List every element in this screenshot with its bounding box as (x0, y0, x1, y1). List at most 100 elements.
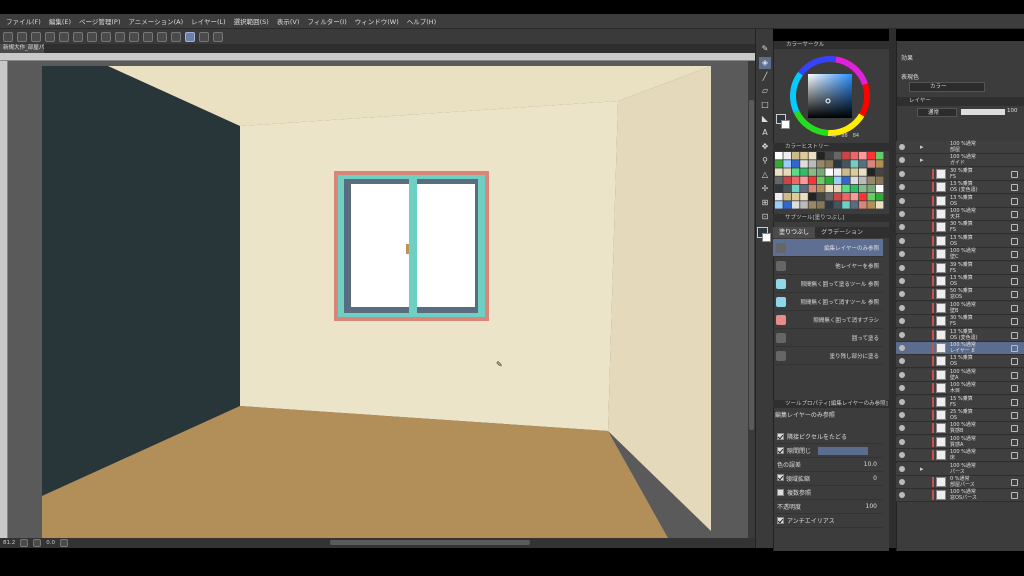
prop-antialias[interactable]: アンチエイリアス (773, 514, 883, 528)
history-swatch[interactable] (833, 160, 842, 168)
history-swatch[interactable] (817, 184, 825, 193)
history-swatch[interactable] (825, 184, 833, 193)
tab-fill[interactable]: 塗りつぶし (773, 227, 816, 238)
visibility-eye-icon[interactable] (899, 398, 905, 405)
menu-item[interactable]: ファイル(F) (6, 16, 41, 26)
history-swatch[interactable] (833, 184, 842, 193)
visibility-eye-icon[interactable] (899, 318, 905, 325)
fill-item-close-erase-brush[interactable]: 隙間無く囲って消すブラシ (773, 311, 883, 329)
zoom-in-icon[interactable] (33, 539, 42, 547)
reference-layer-icon[interactable] (1011, 425, 1018, 433)
reference-layer-icon[interactable] (1011, 438, 1018, 446)
history-swatch[interactable] (859, 152, 867, 160)
history-swatch[interactable] (775, 184, 783, 193)
history-swatch[interactable] (808, 152, 817, 160)
history-swatch[interactable] (825, 160, 833, 168)
layer-row[interactable]: 100 %通常 質感A (896, 435, 1024, 449)
reference-layer-icon[interactable] (1011, 184, 1018, 192)
history-swatch[interactable] (783, 184, 791, 193)
history-swatch[interactable] (859, 184, 867, 193)
history-swatch[interactable] (833, 193, 842, 201)
visibility-eye-icon[interactable] (899, 452, 905, 459)
invert-selection-icon[interactable] (143, 31, 153, 42)
history-swatch[interactable] (842, 193, 850, 201)
reference-layer-icon[interactable] (1011, 224, 1018, 232)
visibility-eye-icon[interactable] (899, 184, 905, 191)
document-tab[interactable]: 新規大作_部屋パ... (0, 44, 44, 53)
fill-item-remaining[interactable]: 塗り残し部分に塗る (773, 347, 883, 365)
history-swatch[interactable] (783, 193, 791, 201)
reference-layer-icon[interactable] (1011, 452, 1018, 460)
visibility-eye-icon[interactable] (899, 492, 905, 499)
area-scaling-checkbox[interactable] (777, 474, 784, 481)
layer-row[interactable]: 13 %乗算 OS (896, 275, 1024, 288)
history-swatch[interactable] (833, 201, 842, 209)
snap-special-ruler-icon[interactable] (171, 31, 181, 42)
visibility-eye-icon[interactable] (899, 144, 905, 150)
layer-row[interactable]: 30 %乗算 FS (896, 167, 1024, 181)
history-swatch[interactable] (875, 193, 884, 201)
layer-row[interactable]: 100 %通常 壁C (896, 248, 1024, 262)
fill-item-other-layer[interactable]: 他レイヤーを参照 (773, 257, 883, 275)
history-swatch[interactable] (800, 184, 808, 193)
layer-row[interactable]: 0 %通常 部屋パース (896, 476, 1024, 489)
history-swatch[interactable] (783, 152, 791, 160)
visibility-eye-icon[interactable] (899, 264, 905, 271)
layer-row[interactable]: 100 %通常 壁B (896, 301, 1024, 315)
history-swatch[interactable] (859, 176, 867, 184)
menu-item[interactable]: 表示(V) (277, 16, 300, 26)
history-swatch[interactable] (800, 201, 808, 209)
visibility-eye-icon[interactable] (899, 412, 905, 418)
opacity-slider[interactable] (961, 109, 1005, 115)
reference-layer-icon[interactable] (1011, 479, 1018, 486)
layer-row[interactable]: 13 %乗算 OS (変色違) (896, 328, 1024, 342)
layer-move-tool-icon[interactable]: ⊞ (759, 197, 771, 209)
fill-tool-icon[interactable]: ◈ (759, 57, 771, 69)
history-swatch[interactable] (875, 176, 884, 184)
zoom-value[interactable]: 81.2 (3, 540, 15, 546)
history-swatch[interactable] (817, 152, 825, 160)
history-swatch[interactable] (800, 152, 808, 160)
eyedropper-tool-icon[interactable]: ⚲ (759, 155, 771, 167)
history-swatch[interactable] (875, 184, 884, 193)
opacity-value[interactable]: 100 (866, 503, 877, 510)
reference-layer-icon[interactable] (1011, 251, 1018, 259)
transform-icon[interactable] (115, 31, 125, 42)
visibility-eye-icon[interactable] (899, 251, 905, 258)
history-swatch[interactable] (859, 168, 867, 176)
reference-layer-icon[interactable] (1011, 345, 1018, 352)
reference-layer-icon[interactable] (1011, 170, 1018, 178)
history-swatch[interactable] (791, 193, 800, 201)
history-swatch[interactable] (850, 152, 859, 160)
history-swatch[interactable] (833, 176, 842, 184)
prop-opacity[interactable]: 不透明度 100 (773, 500, 883, 514)
layer-tab[interactable]: レイヤー (897, 97, 1024, 106)
history-swatch[interactable] (783, 160, 791, 168)
history-swatch[interactable] (791, 201, 800, 209)
history-swatch[interactable] (808, 176, 817, 184)
history-swatch[interactable] (817, 168, 825, 176)
reference-layer-icon[interactable] (1011, 385, 1018, 393)
history-swatch[interactable] (842, 184, 850, 193)
visibility-eye-icon[interactable] (899, 345, 905, 351)
history-swatch[interactable] (867, 193, 875, 201)
visibility-eye-icon[interactable] (899, 157, 905, 164)
history-swatch[interactable] (842, 168, 850, 176)
history-swatch[interactable] (825, 176, 833, 184)
menu-item[interactable]: ウィンドウ(W) (355, 16, 399, 26)
prop-multi-ref[interactable]: 複数参照 (773, 486, 883, 500)
history-swatch[interactable] (808, 168, 817, 176)
menu-item[interactable]: 編集(E) (49, 16, 71, 26)
layer-row[interactable]: 100 %通常 壁A (896, 368, 1024, 382)
history-swatch[interactable] (875, 201, 884, 209)
blend-mode-select[interactable]: 通常 (917, 108, 957, 117)
reference-layer-icon[interactable] (1011, 331, 1018, 339)
gap-close-level[interactable] (818, 446, 869, 455)
history-swatch[interactable] (867, 184, 875, 193)
antialias-checkbox[interactable] (777, 517, 784, 524)
operation-tool-icon[interactable]: ✥ (759, 141, 771, 153)
history-swatch[interactable] (833, 168, 842, 176)
pen-tool-icon[interactable]: ✎ (759, 43, 771, 55)
snap-ruler-icon[interactable] (157, 31, 167, 42)
undo-icon[interactable] (59, 31, 69, 42)
